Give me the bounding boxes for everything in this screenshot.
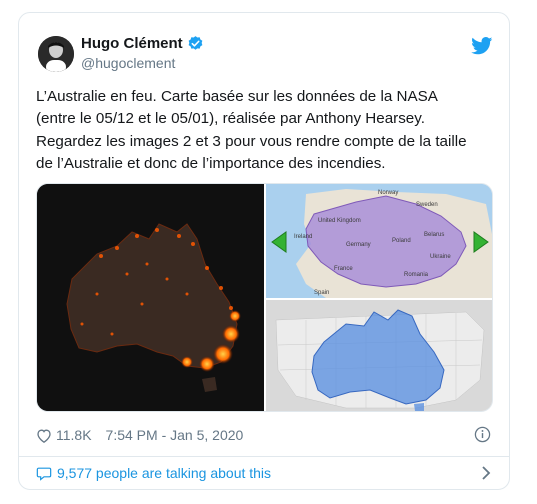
usa-overlay-map — [266, 300, 492, 411]
tweet-text: L’Australie en feu. Carte basée sur les … — [36, 88, 467, 173]
usa-overlay-image[interactable] — [266, 300, 492, 411]
map-label-ukraine: Ukraine — [430, 254, 451, 260]
tweet-card: Hugo Clément @hugoclement L’Australie en… — [18, 12, 510, 490]
avatar-photo — [38, 36, 74, 72]
australia-fire-map — [37, 184, 264, 411]
map-label-belarus: Belarus — [424, 232, 444, 238]
author-row: Hugo Clément — [81, 35, 204, 52]
author-name[interactable]: Hugo Clément — [81, 35, 183, 52]
heart-icon[interactable] — [36, 428, 52, 443]
author-handle[interactable]: @hugoclement — [81, 55, 175, 71]
map-label-germany: Germany — [346, 242, 371, 248]
avatar[interactable] — [38, 36, 74, 72]
map-label-ireland: Ireland — [294, 234, 312, 240]
like-count[interactable]: 11.8K — [56, 427, 92, 443]
map-label-norway: Norway — [378, 190, 398, 196]
map-label-romania: Romania — [404, 272, 429, 278]
map-label-sweden: Sweden — [416, 202, 438, 208]
map-label-united-kingdom: United Kingdom — [318, 218, 361, 224]
europe-overlay-image[interactable]: Norway Sweden United Kingdom Ireland Ger… — [266, 184, 492, 298]
verified-badge-icon — [188, 36, 203, 50]
divider — [19, 456, 509, 457]
media-grid: Norway Sweden United Kingdom Ireland Ger… — [36, 183, 493, 412]
tweet-timestamp[interactable]: 7:54 PM - Jan 5, 2020 — [106, 427, 244, 443]
talking-count: 9,577 people are talking about this — [57, 465, 272, 481]
info-icon[interactable] — [474, 426, 491, 443]
map-label-spain: Spain — [314, 290, 329, 296]
speech-bubble-icon — [36, 467, 52, 481]
map-label-france: France — [334, 266, 353, 272]
map-label-poland: Poland — [392, 238, 411, 244]
conversation-link[interactable]: 9,577 people are talking about this — [36, 465, 271, 481]
europe-overlay-map: Norway Sweden United Kingdom Ireland Ger… — [266, 184, 492, 298]
twitter-bird-icon[interactable] — [471, 37, 493, 55]
chevron-right-icon[interactable] — [481, 466, 491, 480]
australia-fire-image[interactable] — [37, 184, 264, 411]
tweet-meta: 11.8K 7:54 PM - Jan 5, 2020 — [36, 427, 243, 443]
